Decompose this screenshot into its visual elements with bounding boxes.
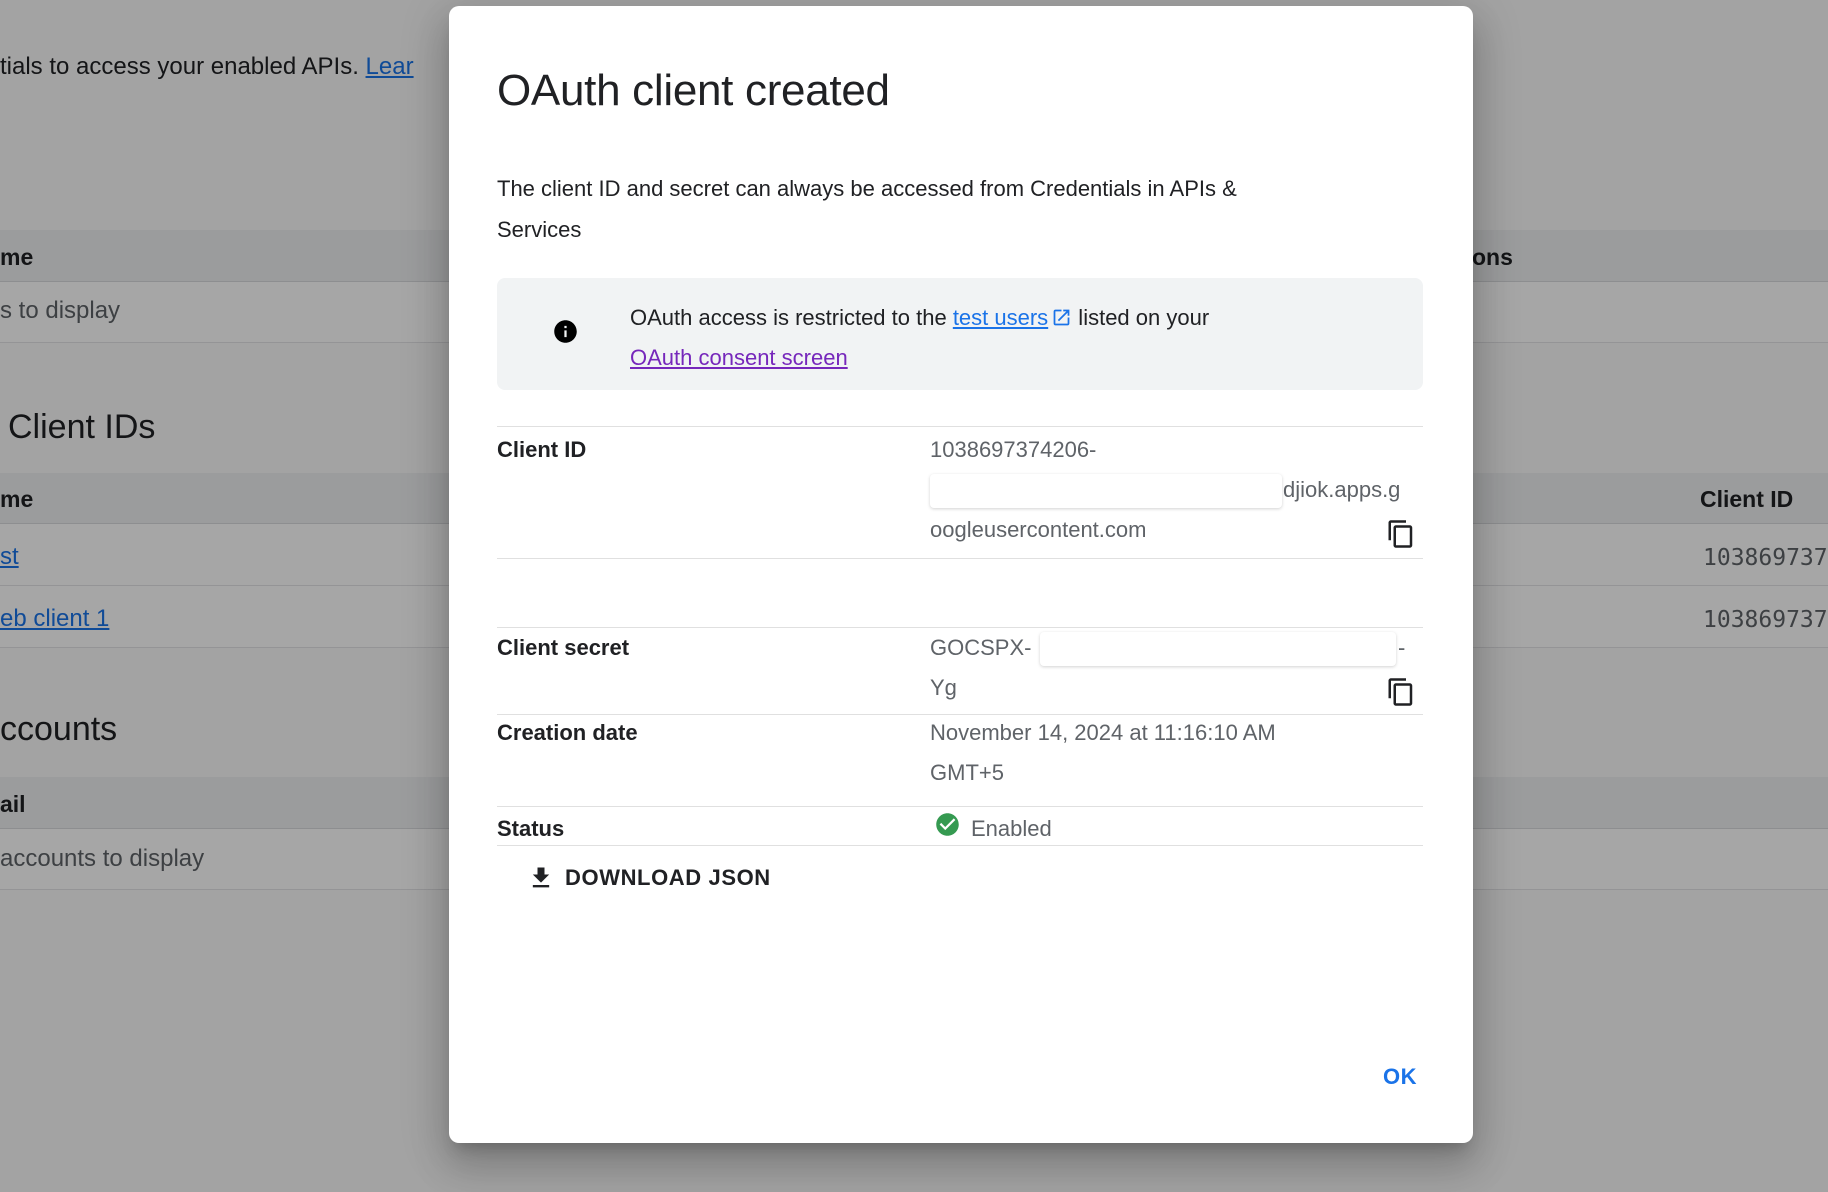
copy-client-id-button[interactable]	[1386, 519, 1416, 549]
creation-date-line2: GMT+5	[930, 760, 1004, 786]
oauth-consent-screen-link[interactable]: OAuth consent screen	[630, 345, 848, 370]
client-id-value-line1: 1038697374206-	[930, 437, 1096, 463]
open-in-new-icon	[1051, 307, 1072, 328]
copy-client-secret-button[interactable]	[1386, 677, 1416, 707]
download-json-label: DOWNLOAD JSON	[565, 865, 771, 891]
divider	[497, 426, 1423, 427]
screen: tials to access your enabled APIs. Lear …	[0, 0, 1828, 1192]
divider	[497, 558, 1423, 559]
divider	[497, 714, 1423, 715]
client-secret-line2: Yg	[930, 675, 957, 701]
creation-date-label: Creation date	[497, 720, 638, 746]
check-circle-icon	[934, 811, 961, 838]
test-users-link[interactable]: test users	[953, 305, 1048, 330]
status-value: Enabled	[971, 816, 1052, 842]
redacted-client-id-box	[930, 474, 1282, 508]
info-icon	[552, 318, 579, 345]
copy-icon	[1386, 519, 1416, 549]
notice-text-after: listed on your	[1072, 305, 1209, 330]
client-id-value-line2-suffix: djiok.apps.g	[1283, 477, 1400, 503]
oauth-client-created-dialog: OAuth client created The client ID and s…	[449, 6, 1473, 1143]
client-id-value-line3: oogleusercontent.com	[930, 517, 1146, 543]
redacted-client-secret-box	[1040, 632, 1396, 666]
notice-text-before: OAuth access is restricted to the	[630, 305, 953, 330]
dialog-description: The client ID and secret can always be a…	[497, 168, 1309, 250]
notice-line-1: OAuth access is restricted to the test u…	[630, 298, 1209, 338]
client-secret-prefix: GOCSPX-	[930, 635, 1031, 661]
divider	[497, 627, 1423, 628]
creation-date-line1: November 14, 2024 at 11:16:10 AM	[930, 720, 1276, 746]
download-json-button[interactable]: DOWNLOAD JSON	[519, 858, 779, 898]
notice-line-2: OAuth consent screen	[630, 338, 1209, 378]
client-secret-suffix: -	[1398, 635, 1405, 661]
divider	[497, 806, 1423, 807]
copy-icon	[1386, 677, 1416, 707]
client-id-label: Client ID	[497, 437, 586, 463]
divider	[497, 845, 1423, 846]
status-label: Status	[497, 816, 564, 842]
download-icon	[527, 864, 555, 892]
restricted-access-notice: OAuth access is restricted to the test u…	[497, 278, 1423, 390]
ok-button[interactable]: OK	[1367, 1056, 1433, 1098]
notice-text: OAuth access is restricted to the test u…	[630, 298, 1209, 378]
client-secret-label: Client secret	[497, 635, 629, 661]
dialog-title: OAuth client created	[497, 66, 890, 116]
